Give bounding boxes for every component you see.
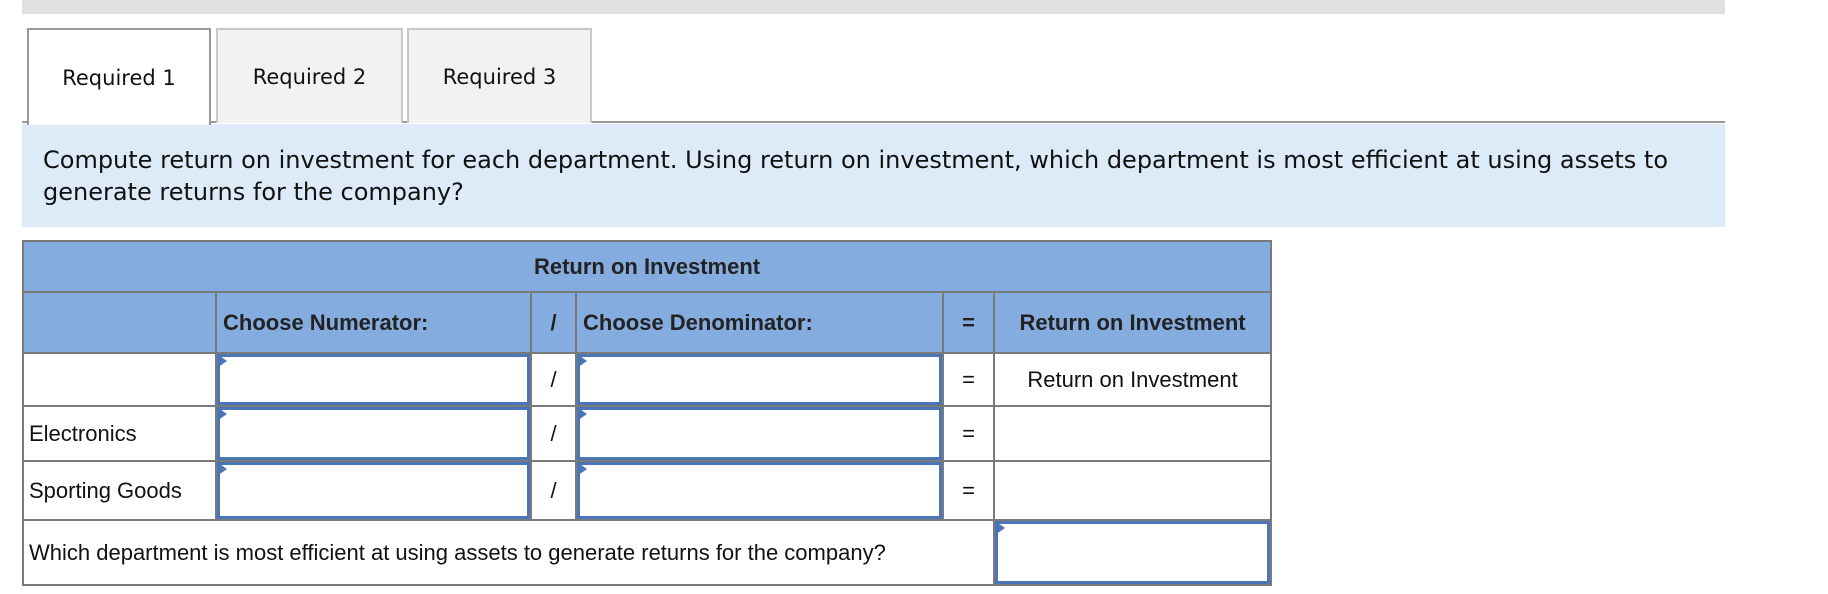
row-label (22, 352, 217, 407)
tab-bar: Required 1 Required 2 Required 3 (22, 28, 1725, 125)
input-marker-icon (577, 462, 587, 476)
header-numerator: Choose Numerator: (215, 291, 532, 354)
most-efficient-department-dropdown[interactable] (995, 521, 1271, 584)
table-row: / = Return on Investment (22, 352, 1273, 407)
table-row: Sporting Goods / = (22, 460, 1273, 521)
dropdown-marker-icon (577, 354, 587, 368)
header-row-label (22, 291, 217, 354)
equals-op: = (942, 405, 995, 462)
question-label: Which department is most efficient at us… (22, 519, 995, 586)
equals-op: = (942, 460, 995, 521)
denominator-dropdown[interactable] (577, 354, 942, 405)
top-bar (22, 0, 1725, 14)
dropdown-marker-icon (995, 521, 1005, 535)
header-result: Return on Investment (992, 291, 1273, 354)
denominator-select[interactable] (575, 405, 944, 462)
input-marker-icon (217, 407, 227, 421)
row-label-electronics: Electronics (22, 405, 217, 462)
tab-required-1[interactable]: Required 1 (27, 28, 211, 125)
equals-op: = (942, 352, 995, 407)
header-row: Choose Numerator: / Choose Denominator: … (22, 291, 1273, 354)
numerator-select[interactable] (215, 352, 532, 407)
numerator-select[interactable] (215, 405, 532, 462)
instruction-text: Compute return on investment for each de… (22, 124, 1725, 227)
numerator-input-electronics[interactable] (217, 407, 530, 460)
divide-op: / (530, 460, 577, 521)
header-equals-op: = (942, 291, 995, 354)
roi-table: Return on Investment Choose Numerator: /… (21, 240, 1273, 586)
denominator-input-sporting-goods[interactable] (577, 462, 942, 519)
divide-op: / (530, 405, 577, 462)
tab-required-2[interactable]: Required 2 (216, 28, 403, 123)
divide-op: / (530, 352, 577, 407)
table-title: Return on Investment (21, 240, 1273, 293)
row-label-sporting-goods: Sporting Goods (22, 460, 217, 521)
question-row: Which department is most efficient at us… (22, 519, 1273, 586)
header-divide-op: / (530, 291, 577, 354)
numerator-dropdown[interactable] (217, 354, 530, 405)
denominator-select[interactable] (575, 352, 944, 407)
denominator-input-electronics[interactable] (577, 407, 942, 460)
dropdown-marker-icon (217, 354, 227, 368)
roi-result-sporting-goods (992, 460, 1273, 521)
numerator-input-sporting-goods[interactable] (217, 462, 530, 519)
answer-select[interactable] (992, 519, 1273, 586)
tab-required-3[interactable]: Required 3 (407, 28, 592, 123)
input-marker-icon (577, 407, 587, 421)
result-label: Return on Investment (992, 352, 1273, 407)
roi-result-electronics (992, 405, 1273, 462)
header-denominator: Choose Denominator: (575, 291, 944, 354)
denominator-select[interactable] (575, 460, 944, 521)
input-marker-icon (217, 462, 227, 476)
numerator-select[interactable] (215, 460, 532, 521)
table-title-row: Return on Investment (21, 240, 1273, 293)
table-row: Electronics / = (22, 405, 1273, 462)
